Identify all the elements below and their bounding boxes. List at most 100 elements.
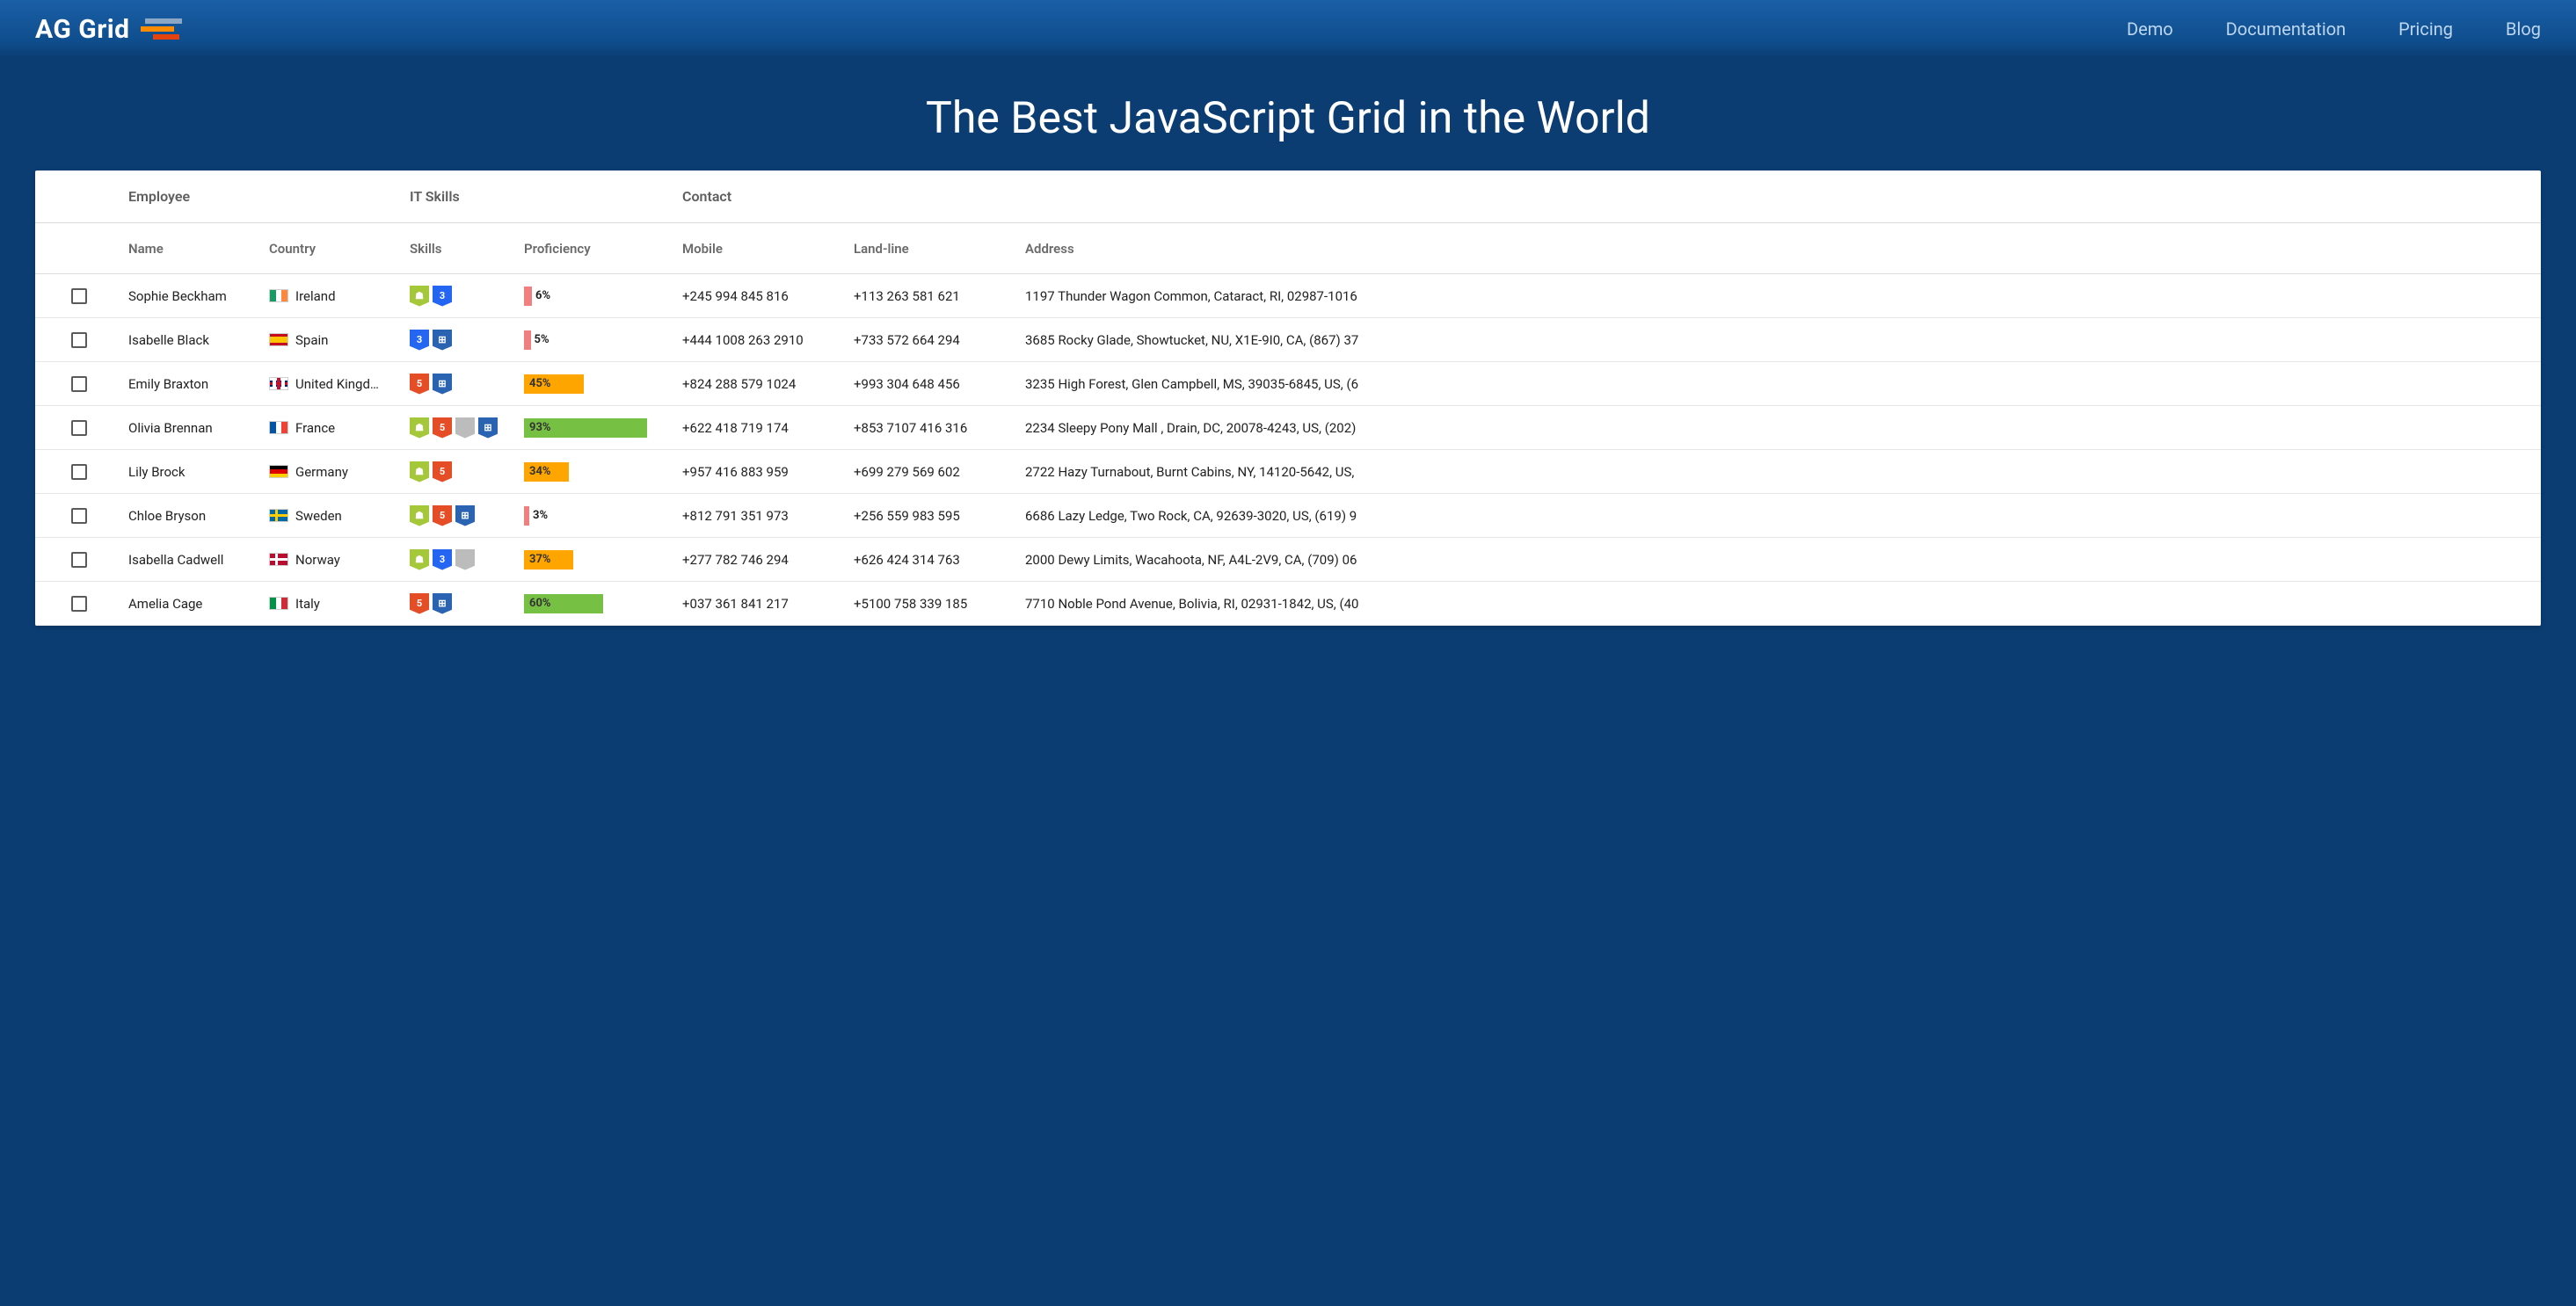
hero: The Best JavaScript Grid in the World <box>0 58 2576 171</box>
android-icon: ☗ <box>410 505 429 526</box>
row-checkbox[interactable] <box>71 332 87 348</box>
windows-icon: ⊞ <box>433 330 452 351</box>
cell-mobile: +824 288 579 1024 <box>677 362 848 405</box>
table-row[interactable]: Emily Braxton United Kingd… 5⊞ 45% +824 … <box>35 362 2541 406</box>
column-group-header-row: Employee IT Skills Contact <box>35 171 2541 223</box>
row-checkbox[interactable] <box>71 552 87 568</box>
row-checkbox[interactable] <box>71 596 87 612</box>
row-checkbox[interactable] <box>71 376 87 392</box>
cell-country: Spain <box>264 318 404 361</box>
column-header-checkbox[interactable] <box>35 223 123 273</box>
cell-mobile: +037 361 841 217 <box>677 582 848 625</box>
logo-mark-icon <box>141 18 182 40</box>
cell-name: Emily Braxton <box>123 362 264 405</box>
cell-landline: +853 7107 416 316 <box>848 406 1020 449</box>
cell-mobile: +812 791 351 973 <box>677 494 848 537</box>
nav-link-blog[interactable]: Blog <box>2506 18 2541 40</box>
cell-landline: +733 572 664 294 <box>848 318 1020 361</box>
column-group-contact[interactable]: Contact <box>677 171 848 222</box>
android-icon: ☗ <box>410 549 429 570</box>
proficiency-value: 93 <box>529 421 542 434</box>
cell-country: Germany <box>264 450 404 493</box>
cell-mobile: +245 994 845 816 <box>677 274 848 317</box>
cell-skills: ☗3 <box>404 274 519 317</box>
nav-link-documentation[interactable]: Documentation <box>2226 18 2347 40</box>
cell-country: Norway <box>264 538 404 581</box>
cell-proficiency: 60% <box>519 582 677 625</box>
cell-proficiency: 45% <box>519 362 677 405</box>
html5-icon: 5 <box>433 505 452 526</box>
cell-country: Ireland <box>264 274 404 317</box>
html5-icon: 5 <box>410 593 429 614</box>
column-header-proficiency[interactable]: Proficiency <box>519 223 677 273</box>
android-icon: ☗ <box>410 417 429 439</box>
cell-proficiency: 5% <box>519 318 677 361</box>
cell-mobile: +277 782 746 294 <box>677 538 848 581</box>
proficiency-value: 45 <box>529 377 542 390</box>
proficiency-value: 6 <box>535 289 542 302</box>
hero-title: The Best JavaScript Grid in the World <box>18 93 2558 144</box>
cell-mobile: +622 418 719 174 <box>677 406 848 449</box>
cell-landline: +5100 758 339 185 <box>848 582 1020 625</box>
column-header-name[interactable]: Name <box>123 223 264 273</box>
table-row[interactable]: Lily Brock Germany ☗5 34% +957 416 883 9… <box>35 450 2541 494</box>
table-row[interactable]: Isabella Cadwell Norway ☗3 37% +277 782 … <box>35 538 2541 582</box>
row-checkbox[interactable] <box>71 464 87 480</box>
cell-address: 2234 Sleepy Pony Mall , Drain, DC, 20078… <box>1020 406 2541 449</box>
column-header-row: Name Country Skills Proficiency Mobile L… <box>35 223 2541 274</box>
column-header-skills[interactable]: Skills <box>404 223 519 273</box>
table-row[interactable]: Amelia Cage Italy 5⊞ 60% +037 361 841 21… <box>35 582 2541 626</box>
cell-landline: +256 559 983 595 <box>848 494 1020 537</box>
cell-proficiency: 34% <box>519 450 677 493</box>
country-flag-icon <box>269 333 288 346</box>
country-flag-icon <box>269 421 288 434</box>
cell-name: Sophie Beckham <box>123 274 264 317</box>
cell-landline: +993 304 648 456 <box>848 362 1020 405</box>
column-group-it-skills[interactable]: IT Skills <box>404 171 519 222</box>
table-row[interactable]: Isabelle Black Spain 3⊞ 5% +444 1008 263… <box>35 318 2541 362</box>
css-icon: 3 <box>410 330 429 351</box>
windows-icon: ⊞ <box>455 505 475 526</box>
table-row[interactable]: Chloe Bryson Sweden ☗5⊞ 3% +812 791 351 … <box>35 494 2541 538</box>
country-flag-icon <box>269 553 288 566</box>
row-checkbox[interactable] <box>71 288 87 304</box>
cell-country: United Kingd… <box>264 362 404 405</box>
html5-icon: 5 <box>433 461 452 482</box>
column-header-country[interactable]: Country <box>264 223 404 273</box>
cell-name: Chloe Bryson <box>123 494 264 537</box>
row-checkbox[interactable] <box>71 420 87 436</box>
cell-name: Lily Brock <box>123 450 264 493</box>
android-icon: ☗ <box>410 286 429 307</box>
cell-address: 1197 Thunder Wagon Common, Cataract, RI,… <box>1020 274 2541 317</box>
country-flag-icon <box>269 597 288 610</box>
logo-text: AG Grid <box>35 14 130 45</box>
table-row[interactable]: Olivia Brennan France ☗5⊞ 93% +622 418 7… <box>35 406 2541 450</box>
cell-mobile: +444 1008 263 2910 <box>677 318 848 361</box>
cell-country: France <box>264 406 404 449</box>
nav-link-pricing[interactable]: Pricing <box>2398 18 2453 40</box>
row-checkbox[interactable] <box>71 508 87 524</box>
nav-link-demo[interactable]: Demo <box>2127 18 2173 40</box>
cell-landline: +626 424 314 763 <box>848 538 1020 581</box>
proficiency-value: 5 <box>535 333 541 346</box>
cell-country: Sweden <box>264 494 404 537</box>
cell-proficiency: 6% <box>519 274 677 317</box>
table-row[interactable]: Sophie Beckham Ireland ☗3 6% +245 994 84… <box>35 274 2541 318</box>
data-grid[interactable]: Employee IT Skills Contact Name Country … <box>35 171 2541 626</box>
proficiency-value: 60 <box>529 597 542 610</box>
cell-skills: ☗3 <box>404 538 519 581</box>
windows-icon: ⊞ <box>478 417 498 439</box>
column-header-address[interactable]: Address <box>1020 223 2541 273</box>
mac-icon <box>455 549 475 570</box>
android-icon: ☗ <box>410 461 429 482</box>
logo[interactable]: AG Grid <box>35 14 182 45</box>
country-flag-icon <box>269 289 288 302</box>
column-group-employee[interactable]: Employee <box>123 171 264 222</box>
proficiency-value: 34 <box>529 465 542 478</box>
proficiency-value: 3 <box>533 509 539 522</box>
cell-address: 3685 Rocky Glade, Showtucket, NU, X1E-9I… <box>1020 318 2541 361</box>
column-header-mobile[interactable]: Mobile <box>677 223 848 273</box>
mac-icon <box>455 417 475 439</box>
html5-icon: 5 <box>433 417 452 439</box>
column-header-landline[interactable]: Land-line <box>848 223 1020 273</box>
